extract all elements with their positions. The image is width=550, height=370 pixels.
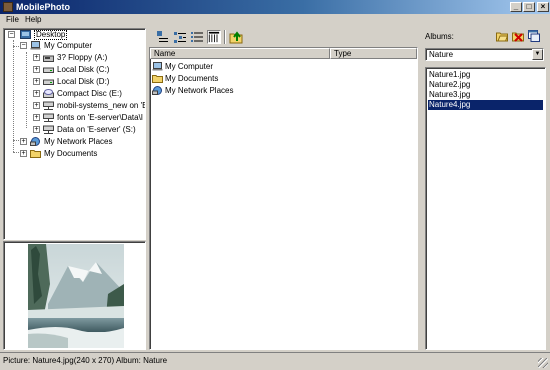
large-icons-view-icon[interactable] [156,30,170,44]
tree-label-my-computer: My Computer [44,41,93,50]
computer-icon [152,62,163,71]
computer-icon [30,41,41,50]
tree-label-drive: mobil-systems_new on 'E [57,101,146,110]
hard-disk-icon [43,67,54,73]
tree-connector-line [13,152,19,153]
network-drive-icon [43,113,54,122]
expand-icon[interactable]: + [33,78,40,85]
details-view-icon[interactable] [207,30,221,44]
expand-icon[interactable]: + [33,102,40,109]
list-item[interactable]: Nature3.jpg [428,90,543,100]
folder-tree[interactable]: − Desktop − My Computer + 3? Floppy (A:)… [3,28,146,240]
tree-label-drive: 3? Floppy (A:) [57,53,108,62]
collapse-icon[interactable]: − [8,31,15,38]
tree-item-drive[interactable]: + Local Disk (C:) [33,65,143,75]
tree-item-my-documents[interactable]: + My Documents [20,149,140,159]
file-list[interactable]: Name Type My Computer My Documents My Ne… [149,47,418,350]
folder-up-icon[interactable] [229,30,243,44]
expand-icon[interactable]: + [33,90,40,97]
album-select[interactable]: Nature ▼ [425,48,544,61]
list-item[interactable]: Nature2.jpg [428,80,543,90]
small-icons-view-icon[interactable] [173,30,187,44]
list-item-label: My Computer [165,62,214,71]
toolbar-separator [224,30,226,44]
image-preview-pane [3,241,146,350]
expand-icon[interactable]: + [33,54,40,61]
tree-label-drive: Compact Disc (E:) [57,89,122,98]
app-icon [3,2,13,12]
file-browser-panel: Name Type My Computer My Documents My Ne… [148,28,419,350]
folder-icon [30,150,41,158]
cd-drive-icon [43,89,54,98]
network-places-icon [30,137,40,146]
tree-item-drive[interactable]: + Compact Disc (E:) [33,89,143,99]
expand-icon[interactable]: + [33,114,40,121]
folder-icon [152,75,163,83]
menu-file[interactable]: File [6,15,19,25]
window-settings-icon[interactable] [528,30,540,42]
albums-panel: Albums: Nature ▼ Nature1.jpg Nature2.jpg… [421,28,548,350]
list-item-selected[interactable]: Nature4.jpg [428,100,543,110]
network-drive-icon [43,125,54,134]
list-item[interactable]: Nature1.jpg [428,70,543,80]
floppy-icon [43,55,54,62]
album-select-value: Nature [429,50,454,59]
menu-help[interactable]: Help [25,15,41,25]
tree-item-my-computer[interactable]: − My Computer [20,41,140,51]
list-view-icon[interactable] [190,30,204,44]
expand-icon[interactable]: + [33,66,40,73]
maximize-button[interactable]: □ [523,2,535,12]
expand-icon[interactable]: + [33,126,40,133]
menu-bar: File Help [0,14,550,26]
tree-item-drive[interactable]: + fonts on 'E-server\Data\I [33,113,143,123]
list-item-label: My Network Places [165,86,234,95]
collapse-icon[interactable]: − [20,42,27,49]
title-bar: MobilePhoto _ □ × [0,0,550,14]
tree-item-drive[interactable]: + 3? Floppy (A:) [33,53,143,63]
tree-connector-line [13,140,19,141]
list-item-label: My Documents [165,74,219,83]
network-places-icon [152,86,162,95]
tree-label-my-documents: My Documents [44,149,98,158]
tree-label-drive: fonts on 'E-server\Data\I [57,113,144,122]
tree-item-desktop[interactable]: − Desktop [6,30,141,40]
desktop-icon [20,30,31,39]
network-drive-icon [43,101,54,110]
expand-icon[interactable]: + [20,150,27,157]
hard-disk-icon [43,79,54,85]
column-header-name[interactable]: Name [150,48,330,59]
tree-item-drive[interactable]: + mobil-systems_new on 'E [33,101,146,111]
tree-item-drive[interactable]: + Local Disk (D:) [33,77,143,87]
preview-image [28,244,124,348]
tree-item-drive[interactable]: + Data on 'E-server' (S:) [33,125,143,135]
status-bar: Picture: Nature4.jpg(240 x 270) Album: N… [0,352,550,370]
status-text: Picture: Nature4.jpg(240 x 270) Album: N… [3,356,168,365]
tree-label-desktop: Desktop [34,30,68,40]
tree-label-drive: Local Disk (C:) [57,65,110,74]
minimize-button[interactable]: _ [510,2,522,12]
albums-label: Albums: [425,32,454,41]
tree-item-network-places[interactable]: + My Network Places [20,137,140,147]
open-album-icon[interactable] [496,30,508,42]
tree-connector-line [13,40,14,152]
window-title: MobilePhoto [16,2,70,12]
resize-grip-icon[interactable] [538,358,548,368]
tree-connector-line [13,46,19,47]
column-header-type[interactable]: Type [330,48,417,59]
tree-label-drive: Data on 'E-server' (S:) [57,125,136,134]
tree-label-network-places: My Network Places [44,137,113,146]
expand-icon[interactable]: + [20,138,27,145]
tree-connector-line [26,52,27,128]
chevron-down-icon[interactable]: ▼ [532,49,543,60]
tree-label-drive: Local Disk (D:) [57,77,110,86]
picture-list[interactable]: Nature1.jpg Nature2.jpg Nature3.jpg Natu… [425,67,546,350]
delete-album-icon[interactable] [512,30,524,42]
close-button[interactable]: × [537,2,549,12]
